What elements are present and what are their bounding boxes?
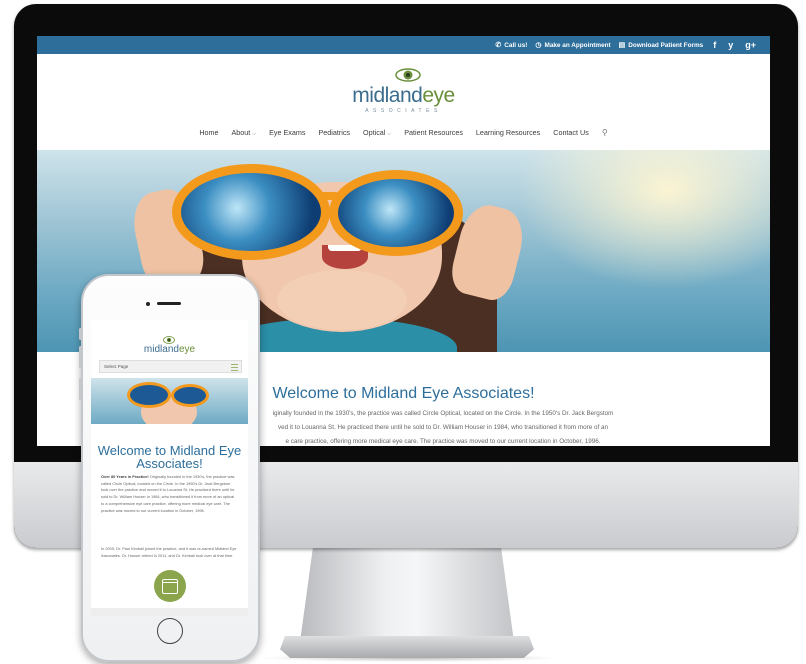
document-icon: ▤ <box>618 42 626 49</box>
nav-optical[interactable]: Optical ⌵ <box>363 128 391 137</box>
facebook-icon[interactable]: f <box>711 40 718 50</box>
call-label: Call us! <box>504 41 528 49</box>
mobile-paragraph-2: In 2009, Dr. Paul Kimball joined the pra… <box>101 546 237 558</box>
appointment-label: Make an Appointment <box>544 41 611 49</box>
front-camera-icon <box>146 302 150 306</box>
sunglasses-bridge <box>319 192 339 200</box>
mobile-paragraph-body: Originally founded in the 1930's, the pr… <box>101 474 235 513</box>
forms-link[interactable]: ▤ Download Patient Forms <box>618 41 704 50</box>
eye-logo-icon <box>395 68 421 82</box>
mobile-sunglasses-left <box>127 382 171 408</box>
nav-about[interactable]: About ⌵ <box>232 128 257 137</box>
nav-home[interactable]: Home <box>199 128 218 137</box>
nav-eye-exams[interactable]: Eye Exams <box>269 128 305 137</box>
calendar-icon <box>162 578 178 594</box>
volume-down-button <box>79 378 82 400</box>
mobile-footer-strip <box>91 608 248 616</box>
nav-optical-label: Optical <box>363 128 386 137</box>
intro-line: e care practice, offering more medical e… <box>285 438 601 445</box>
home-button[interactable] <box>157 618 183 644</box>
nav-patient-resources[interactable]: Patient Resources <box>404 128 463 137</box>
appointment-link[interactable]: ◷ Make an Appointment <box>535 41 611 50</box>
forms-label: Download Patient Forms <box>628 41 704 49</box>
logo-word-eye: eye <box>178 344 196 355</box>
search-icon[interactable]: ⚲ <box>602 128 608 137</box>
mute-switch <box>79 328 82 340</box>
nav-learning-resources[interactable]: Learning Resources <box>476 128 540 137</box>
mobile-hero-image <box>91 378 248 424</box>
imac-stand-foot <box>280 636 534 658</box>
eye-logo-icon <box>163 336 175 344</box>
earpiece-speaker <box>157 302 181 305</box>
logo-tagline: ASSOCIATES <box>365 108 442 114</box>
appointment-button[interactable] <box>154 570 186 602</box>
hero-chin <box>277 270 407 330</box>
intro-line: iginally founded in the 1930's, the prac… <box>272 410 614 417</box>
chevron-down-icon: ⌵ <box>252 131 257 137</box>
phone-icon: ✆ <box>495 42 502 49</box>
google-plus-icon[interactable]: g+ <box>743 40 758 50</box>
iphone-mockup: midlandeye Select Page Welcome to Midlan… <box>79 274 260 662</box>
logo-word-midland: midland <box>352 84 423 107</box>
yelp-icon[interactable]: y <box>726 40 735 50</box>
mobile-page-title: Welcome to Midland Eye Associates! <box>97 443 242 471</box>
select-page-dropdown[interactable]: Select Page <box>99 360 242 373</box>
mobile-screen: midlandeye Select Page Welcome to Midlan… <box>91 320 248 616</box>
nav-contact-us[interactable]: Contact Us <box>553 128 589 137</box>
logo-word-eye: eye <box>422 84 455 107</box>
hamburger-menu-icon[interactable] <box>231 364 238 371</box>
mobile-logo[interactable]: midlandeye <box>91 344 248 355</box>
main-nav: Home About ⌵ Eye Exams Pediatrics Optical… <box>37 128 770 137</box>
mobile-paragraph-lead: Over 80 Years in Practice! <box>101 474 149 479</box>
sunglasses-right-lens <box>329 170 463 256</box>
nav-about-label: About <box>231 128 251 137</box>
top-bar: ✆ Call us! ◷ Make an Appointment ▤ Downl… <box>37 36 770 54</box>
select-page-label: Select Page <box>104 364 129 369</box>
call-link[interactable]: ✆ Call us! <box>495 41 528 50</box>
mobile-sunglasses-right <box>171 384 209 407</box>
imac-stand-neck <box>300 548 514 642</box>
sunglasses-left-lens <box>172 164 330 260</box>
sun-glow <box>517 150 770 290</box>
logo-word-midland: midland <box>143 344 179 355</box>
mobile-paragraph-1: Over 80 Years in Practice! Originally fo… <box>101 474 238 514</box>
site-logo[interactable]: midlandeye <box>37 84 770 108</box>
nav-pediatrics[interactable]: Pediatrics <box>318 128 350 137</box>
volume-up-button <box>79 346 82 368</box>
chevron-down-icon: ⌵ <box>387 131 392 137</box>
intro-line: ved it to Louanna St. He practiced there… <box>277 424 609 431</box>
intro-text: iginally founded in the 1930's, the prac… <box>233 407 653 446</box>
clock-icon: ◷ <box>535 42 542 49</box>
